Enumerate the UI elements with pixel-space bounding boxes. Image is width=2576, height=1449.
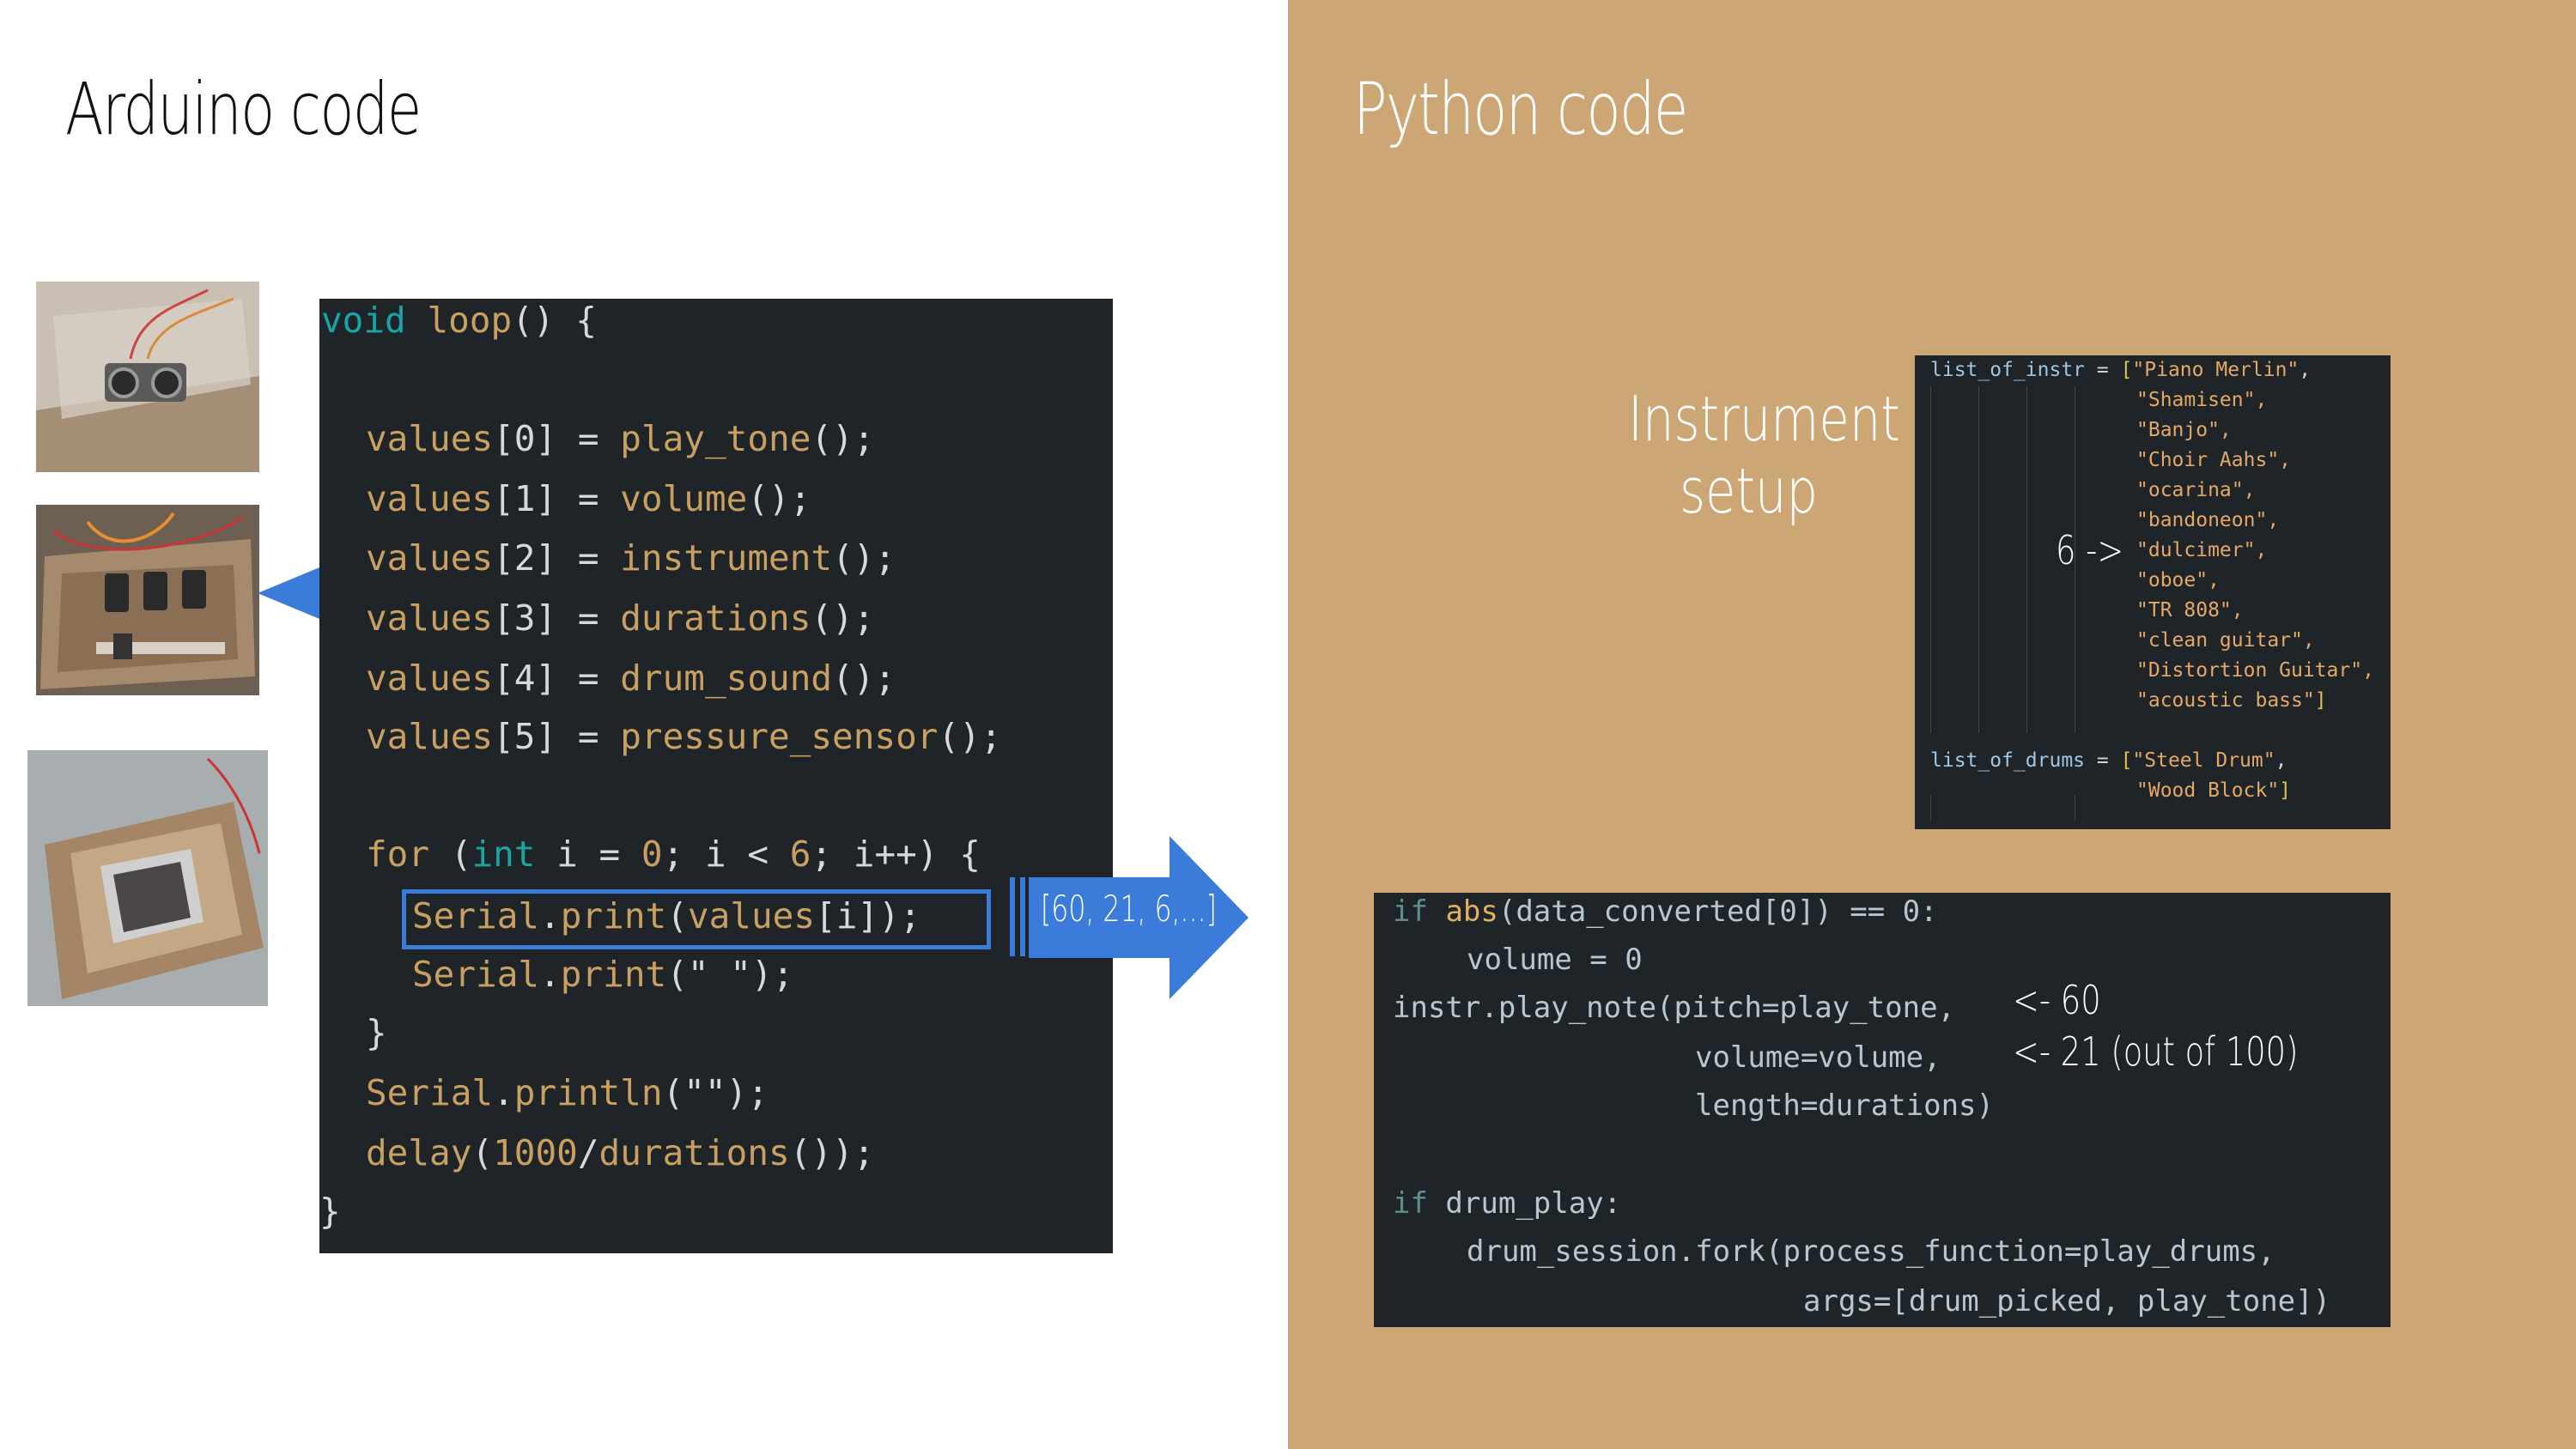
knob-slider-controls-photo: [36, 505, 259, 695]
volume-annotation: <- 21 (out of 100): [2013, 1028, 2299, 1075]
instrument-setup-label-1: Instrument: [1628, 383, 1900, 455]
code-line: list_of_drums = ["Steel Drum",: [1930, 749, 2287, 772]
code-line: "Banjo",: [2136, 419, 2232, 441]
code-line: "clean guitar",: [2136, 629, 2315, 652]
arrow-bar-2: [1020, 877, 1025, 956]
code-line: "ocarina",: [2136, 479, 2256, 501]
code-line: values[1] = volume();: [366, 478, 811, 519]
code-line: "Distortion Guitar",: [2136, 659, 2374, 682]
code-line: values[3] = durations();: [366, 597, 875, 639]
instrument-setup-label-2: setup: [1680, 455, 1819, 527]
pitch-annotation: <- 60: [2013, 977, 2101, 1023]
instrument-index-marker: 6 ->: [2056, 527, 2124, 573]
code-line: Serial.println("");: [366, 1072, 769, 1113]
code-line: void loop() {: [321, 300, 597, 341]
code-line: volume=volume,: [1695, 1040, 1941, 1075]
code-line: "acoustic bass"]: [2136, 689, 2327, 712]
code-line: values[5] = pressure_sensor();: [366, 716, 1002, 757]
code-line: values[4] = drum_sound();: [366, 658, 896, 699]
code-line: Serial.print(" ");: [412, 954, 794, 995]
code-line: }: [319, 1191, 341, 1232]
code-line: drum_session.fork(process_function=play_…: [1467, 1234, 2275, 1269]
python-code-panel: if abs(data_converted[0]) == 0: volume =…: [1374, 893, 2391, 1327]
code-line: list_of_instr = ["Piano Merlin",: [1930, 359, 2312, 381]
pressure-pad-photo: [27, 750, 268, 1006]
code-line: if drum_play:: [1393, 1186, 1622, 1221]
serial-print-highlight: [402, 889, 991, 949]
instrument-list-panel: list_of_instr = ["Piano Merlin", "Shamis…: [1915, 355, 2391, 829]
code-line: "Wood Block"]: [2136, 779, 2292, 802]
ultrasonic-sensor-photo: [36, 282, 259, 472]
arrow-bar-1: [1010, 877, 1015, 956]
serial-output-label: [60, 21, 6,...]: [1041, 888, 1217, 930]
indent-guide: [1930, 386, 1931, 733]
code-line: for (int i = 0; i < 6; i++) {: [366, 834, 981, 875]
code-line: values[2] = instrument();: [366, 537, 896, 579]
code-line: "bandoneon",: [2136, 509, 2280, 531]
code-line: }: [366, 1012, 387, 1053]
indent-guide: [1930, 795, 1931, 821]
code-line: "Choir Aahs",: [2136, 449, 2292, 471]
code-line: "TR 808",: [2136, 599, 2244, 621]
code-line: "dulcimer",: [2136, 539, 2268, 561]
code-line: "Shamisen",: [2136, 389, 2268, 411]
code-line: length=durations): [1695, 1088, 1994, 1123]
code-line: values[0] = play_tone();: [366, 418, 875, 459]
code-line: instr.play_note(pitch=play_tone,: [1393, 991, 1956, 1025]
code-line: delay(1000/durations());: [366, 1132, 875, 1173]
code-line: volume = 0: [1467, 943, 1643, 977]
arduino-code-panel: void loop() { values[0] = play_tone(); v…: [319, 299, 1113, 1253]
code-line: "oboe",: [2136, 569, 2220, 591]
python-title: Python code: [1353, 67, 1688, 151]
arduino-title: Arduino code: [65, 67, 422, 151]
indent-guide: [1978, 386, 1979, 733]
code-line: args=[drum_picked, play_tone]): [1803, 1284, 2331, 1319]
indent-guide: [2026, 386, 2027, 733]
code-line: if abs(data_converted[0]) == 0:: [1393, 894, 1938, 929]
